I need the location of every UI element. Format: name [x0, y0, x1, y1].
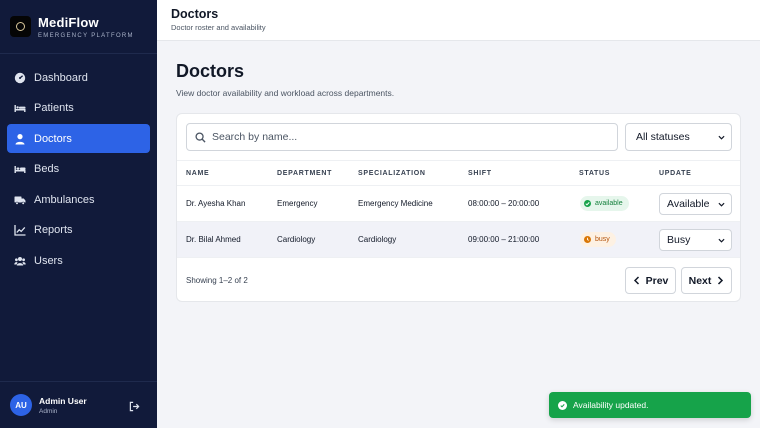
toast-notification: Availability updated.	[549, 392, 751, 418]
doctor-name: Dr. Ayesha Khan	[186, 199, 246, 208]
doctor-shift: 09:00:00 – 21:00:00	[468, 235, 540, 244]
status-badge-label: available	[595, 200, 623, 207]
check-circle-icon	[584, 200, 591, 207]
next-button[interactable]: Next	[681, 267, 732, 294]
column-header-shift: SHIFT	[468, 170, 492, 177]
sidebar-item-dashboard[interactable]: Dashboard	[7, 63, 150, 92]
chevron-down-icon	[718, 202, 725, 207]
next-button-label: Next	[688, 274, 712, 287]
table-row: Dr. Ayesha Khan Emergency Emergency Medi…	[177, 186, 740, 222]
user-profile: AU Admin User Admin	[0, 381, 157, 428]
prev-button[interactable]: Prev	[625, 267, 676, 294]
search-input[interactable]	[212, 131, 602, 143]
sidebar-item-reports[interactable]: Reports	[7, 216, 150, 245]
sidebar-nav: Dashboard Patients Doctors Beds Ambulanc…	[7, 63, 150, 277]
sidebar-item-doctors[interactable]: Doctors	[7, 124, 150, 153]
user-name: Admin User	[39, 395, 87, 406]
sidebar-item-label: Dashboard	[34, 71, 88, 84]
sidebar-item-patients[interactable]: Patients	[7, 94, 150, 123]
brand-name: MediFlow	[38, 14, 99, 30]
doctor-name: Dr. Bilal Ahmed	[186, 235, 241, 244]
sidebar-item-ambulances[interactable]: Ambulances	[7, 185, 150, 214]
sidebar-item-beds[interactable]: Beds	[7, 155, 150, 184]
sidebar-item-label: Users	[34, 254, 63, 267]
page-description: View doctor availability and workload ac…	[176, 88, 395, 98]
doctor-shift: 08:00:00 – 20:00:00	[468, 199, 540, 208]
user-icon	[14, 133, 26, 145]
sidebar-item-label: Beds	[34, 163, 60, 175]
sidebar-item-users[interactable]: Users	[7, 246, 150, 275]
header-subtitle: Doctor roster and availability	[171, 23, 266, 32]
availability-select[interactable]: Available	[659, 193, 732, 215]
bed-icon	[14, 163, 26, 175]
search-icon	[195, 131, 206, 143]
status-badge-label: busy	[595, 236, 610, 243]
column-header-name: NAME	[186, 170, 210, 177]
availability-select-value: Busy	[667, 234, 691, 246]
pagination-summary: Showing 1–2 of 2	[186, 276, 248, 285]
line-chart-icon	[14, 224, 26, 236]
header-title: Doctors	[171, 7, 219, 21]
column-header-status: STATUS	[579, 170, 611, 177]
users-icon	[14, 255, 26, 267]
toast-message: Availability updated.	[573, 400, 649, 410]
user-role: Admin	[39, 407, 58, 415]
sidebar-item-label: Reports	[34, 224, 73, 236]
doctor-department: Emergency	[277, 199, 318, 208]
availability-select[interactable]: Busy	[659, 229, 732, 251]
avatar: AU	[10, 394, 32, 416]
table-row: Dr. Bilal Ahmed Cardiology Cardiology 09…	[177, 222, 740, 258]
brand-tagline: EMERGENCY PLATFORM	[38, 32, 134, 39]
doctors-card: All statuses NAME DEPARTMENT SPECIALIZAT…	[176, 113, 741, 302]
search-box[interactable]	[186, 123, 618, 151]
doctor-specialization: Cardiology	[358, 235, 397, 244]
chevron-down-icon	[718, 238, 725, 243]
brand: MediFlow EMERGENCY PLATFORM	[0, 0, 157, 54]
truck-icon	[14, 194, 26, 206]
page-title: Doctors	[176, 61, 245, 81]
chevron-right-icon	[718, 276, 724, 285]
sidebar: MediFlow EMERGENCY PLATFORM Dashboard Pa…	[0, 0, 157, 428]
status-filter-select[interactable]: All statuses	[625, 123, 732, 151]
check-circle-icon	[558, 400, 567, 410]
top-header: Doctors Doctor roster and availability	[157, 0, 760, 41]
status-filter-value: All statuses	[636, 131, 690, 143]
chevron-down-icon	[718, 135, 725, 140]
chevron-left-icon	[633, 276, 639, 285]
prev-button-label: Prev	[645, 274, 669, 287]
sidebar-item-label: Patients	[34, 102, 74, 114]
sidebar-item-label: Doctors	[34, 132, 72, 145]
logout-icon[interactable]	[129, 399, 140, 412]
dashboard-gauge-icon	[14, 72, 26, 84]
clock-icon	[584, 236, 591, 243]
mediflow-logo-icon	[10, 16, 31, 37]
doctor-department: Cardiology	[277, 235, 316, 244]
column-header-department: DEPARTMENT	[277, 170, 333, 177]
doctor-specialization: Emergency Medicine	[358, 199, 433, 208]
column-header-update: UPDATE	[659, 170, 692, 177]
status-badge: busy	[580, 232, 616, 247]
availability-select-value: Available	[667, 198, 710, 210]
column-header-specialization: SPECIALIZATION	[358, 170, 426, 177]
sidebar-item-label: Ambulances	[34, 193, 95, 206]
bed-person-icon	[14, 102, 26, 114]
table-header: NAME DEPARTMENT SPECIALIZATION SHIFT STA…	[177, 160, 740, 186]
status-badge: available	[580, 196, 629, 211]
